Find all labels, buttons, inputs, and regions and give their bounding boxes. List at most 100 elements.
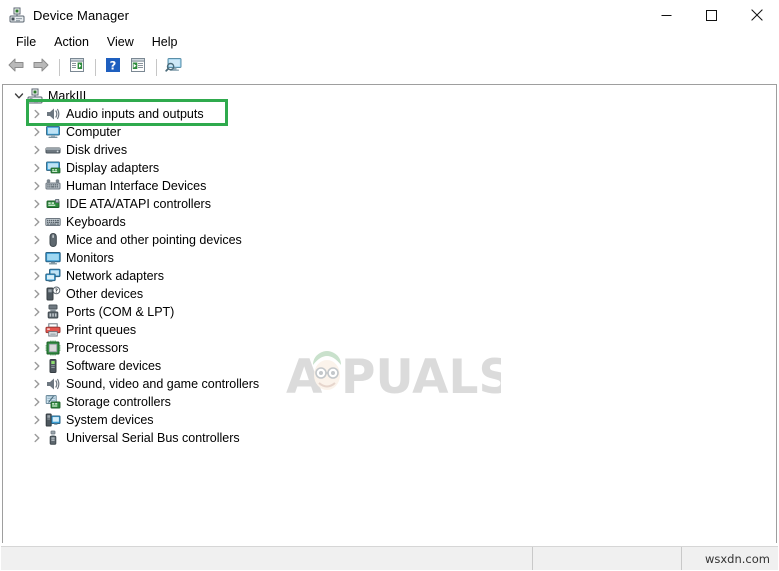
menu-bar: File Action View Help (0, 30, 779, 54)
chevron-right-icon[interactable] (29, 106, 45, 122)
tree-item-mice-and-other-pointing-devices[interactable]: Mice and other pointing devices (3, 231, 776, 249)
network-adapter-icon (45, 268, 61, 284)
storage-controller-icon (45, 394, 61, 410)
speaker-icon (45, 376, 61, 392)
toolbar-separator (59, 59, 60, 76)
device-tree: MarkIII Audio inputs and outputs Compute… (3, 85, 776, 447)
svg-text:?: ? (55, 288, 58, 294)
tree-item-human-interface-devices[interactable]: Human Interface Devices (3, 177, 776, 195)
chevron-right-icon[interactable] (29, 412, 45, 428)
tree-item-audio-inputs-and-outputs[interactable]: Audio inputs and outputs (3, 105, 776, 123)
menu-item-action[interactable]: Action (45, 33, 98, 52)
tree-item-system-devices[interactable]: System devices (3, 411, 776, 429)
menu-item-view[interactable]: View (98, 33, 143, 52)
tree-item-monitors[interactable]: Monitors (3, 249, 776, 267)
forward-icon (32, 57, 50, 78)
window-title: Device Manager (33, 7, 130, 23)
tree-item-ide-ata-atapi-controllers[interactable]: IDE ATA/ATAPI controllers (3, 195, 776, 213)
tree-item-label: Mice and other pointing devices (66, 233, 242, 247)
tree-item-label: Monitors (66, 251, 114, 265)
tree-item-label: Computer (66, 125, 121, 139)
properties-button[interactable] (65, 56, 89, 79)
help-button[interactable]: ? (101, 56, 125, 79)
computer-icon (27, 88, 43, 104)
chevron-right-icon[interactable] (29, 286, 45, 302)
ide-controller-icon (45, 196, 61, 212)
chevron-down-icon[interactable] (11, 88, 27, 104)
display-adapter-icon (45, 160, 61, 176)
chevron-right-icon[interactable] (29, 268, 45, 284)
maximize-button[interactable] (689, 0, 734, 30)
window-controls (644, 0, 779, 30)
tree-item-print-queues[interactable]: Print queues (3, 321, 776, 339)
tree-item-keyboards[interactable]: Keyboards (3, 213, 776, 231)
tree-item-label: Processors (66, 341, 129, 355)
tree-item-disk-drives[interactable]: Disk drives (3, 141, 776, 159)
device-tree-panel[interactable]: A PUALS MarkIII Audio inputs and outputs… (2, 84, 777, 543)
tree-item-processors[interactable]: Processors (3, 339, 776, 357)
tree-item-network-adapters[interactable]: Network adapters (3, 267, 776, 285)
chevron-right-icon[interactable] (29, 358, 45, 374)
tree-root-markiii[interactable]: MarkIII (3, 87, 776, 105)
tree-item-other-devices[interactable]: ? Other devices (3, 285, 776, 303)
update-driver-button[interactable] (126, 56, 150, 79)
tree-item-label: Ports (COM & LPT) (66, 305, 175, 319)
usb-icon (45, 430, 61, 446)
forward-button[interactable] (29, 56, 53, 79)
chevron-right-icon[interactable] (29, 376, 45, 392)
chevron-right-icon[interactable] (29, 160, 45, 176)
tree-item-computer[interactable]: Computer (3, 123, 776, 141)
tree-item-label: Audio inputs and outputs (66, 107, 204, 121)
software-device-icon (45, 358, 61, 374)
chevron-right-icon[interactable] (29, 340, 45, 356)
help-icon: ? (105, 57, 121, 78)
tree-root-label: MarkIII (48, 89, 87, 103)
chevron-right-icon[interactable] (29, 232, 45, 248)
chevron-right-icon[interactable] (29, 124, 45, 140)
tree-item-label: Sound, video and game controllers (66, 377, 260, 391)
chevron-right-icon[interactable] (29, 142, 45, 158)
toolbar-separator (95, 59, 96, 76)
tree-item-label: Universal Serial Bus controllers (66, 431, 240, 445)
menu-item-file[interactable]: File (7, 33, 45, 52)
tree-item-universal-serial-bus-controllers[interactable]: Universal Serial Bus controllers (3, 429, 776, 447)
chevron-right-icon[interactable] (29, 250, 45, 266)
title-bar: Device Manager (0, 0, 779, 30)
close-button[interactable] (734, 0, 779, 30)
toolbar-separator (156, 59, 157, 76)
tree-item-storage-controllers[interactable]: Storage controllers (3, 393, 776, 411)
device-manager-window: Device Manager File Action View Help ? A… (0, 0, 779, 571)
mouse-icon (45, 232, 61, 248)
tree-item-label: Display adapters (66, 161, 160, 175)
minimize-button[interactable] (644, 0, 689, 30)
back-button[interactable] (4, 56, 28, 79)
scan-hardware-changes-button[interactable] (162, 56, 186, 79)
unknown-device-icon: ? (45, 286, 61, 302)
back-icon (7, 57, 25, 78)
chevron-right-icon[interactable] (29, 430, 45, 446)
tree-item-label: Keyboards (66, 215, 126, 229)
keyboard-icon (45, 214, 61, 230)
status-text-watermark: wsxdn.com (704, 551, 770, 566)
chevron-right-icon[interactable] (29, 394, 45, 410)
menu-item-help[interactable]: Help (143, 33, 187, 52)
printer-icon (45, 322, 61, 338)
disk-drive-icon (45, 142, 61, 158)
status-pane-main (1, 547, 533, 570)
tree-item-display-adapters[interactable]: Display adapters (3, 159, 776, 177)
tree-item-label: Human Interface Devices (66, 179, 207, 193)
chevron-right-icon[interactable] (29, 214, 45, 230)
tree-item-ports-com-lpt[interactable]: Ports (COM & LPT) (3, 303, 776, 321)
tree-item-sound-video-and-game-controllers[interactable]: Sound, video and game controllers (3, 375, 776, 393)
tree-item-software-devices[interactable]: Software devices (3, 357, 776, 375)
system-device-icon (45, 412, 61, 428)
hid-icon (45, 178, 61, 194)
chevron-right-icon[interactable] (29, 196, 45, 212)
tree-item-label: Print queues (66, 323, 137, 337)
chevron-right-icon[interactable] (29, 304, 45, 320)
tree-item-label: Other devices (66, 287, 144, 301)
tree-item-label: IDE ATA/ATAPI controllers (66, 197, 211, 211)
speaker-icon (45, 106, 61, 122)
chevron-right-icon[interactable] (29, 178, 45, 194)
chevron-right-icon[interactable] (29, 322, 45, 338)
